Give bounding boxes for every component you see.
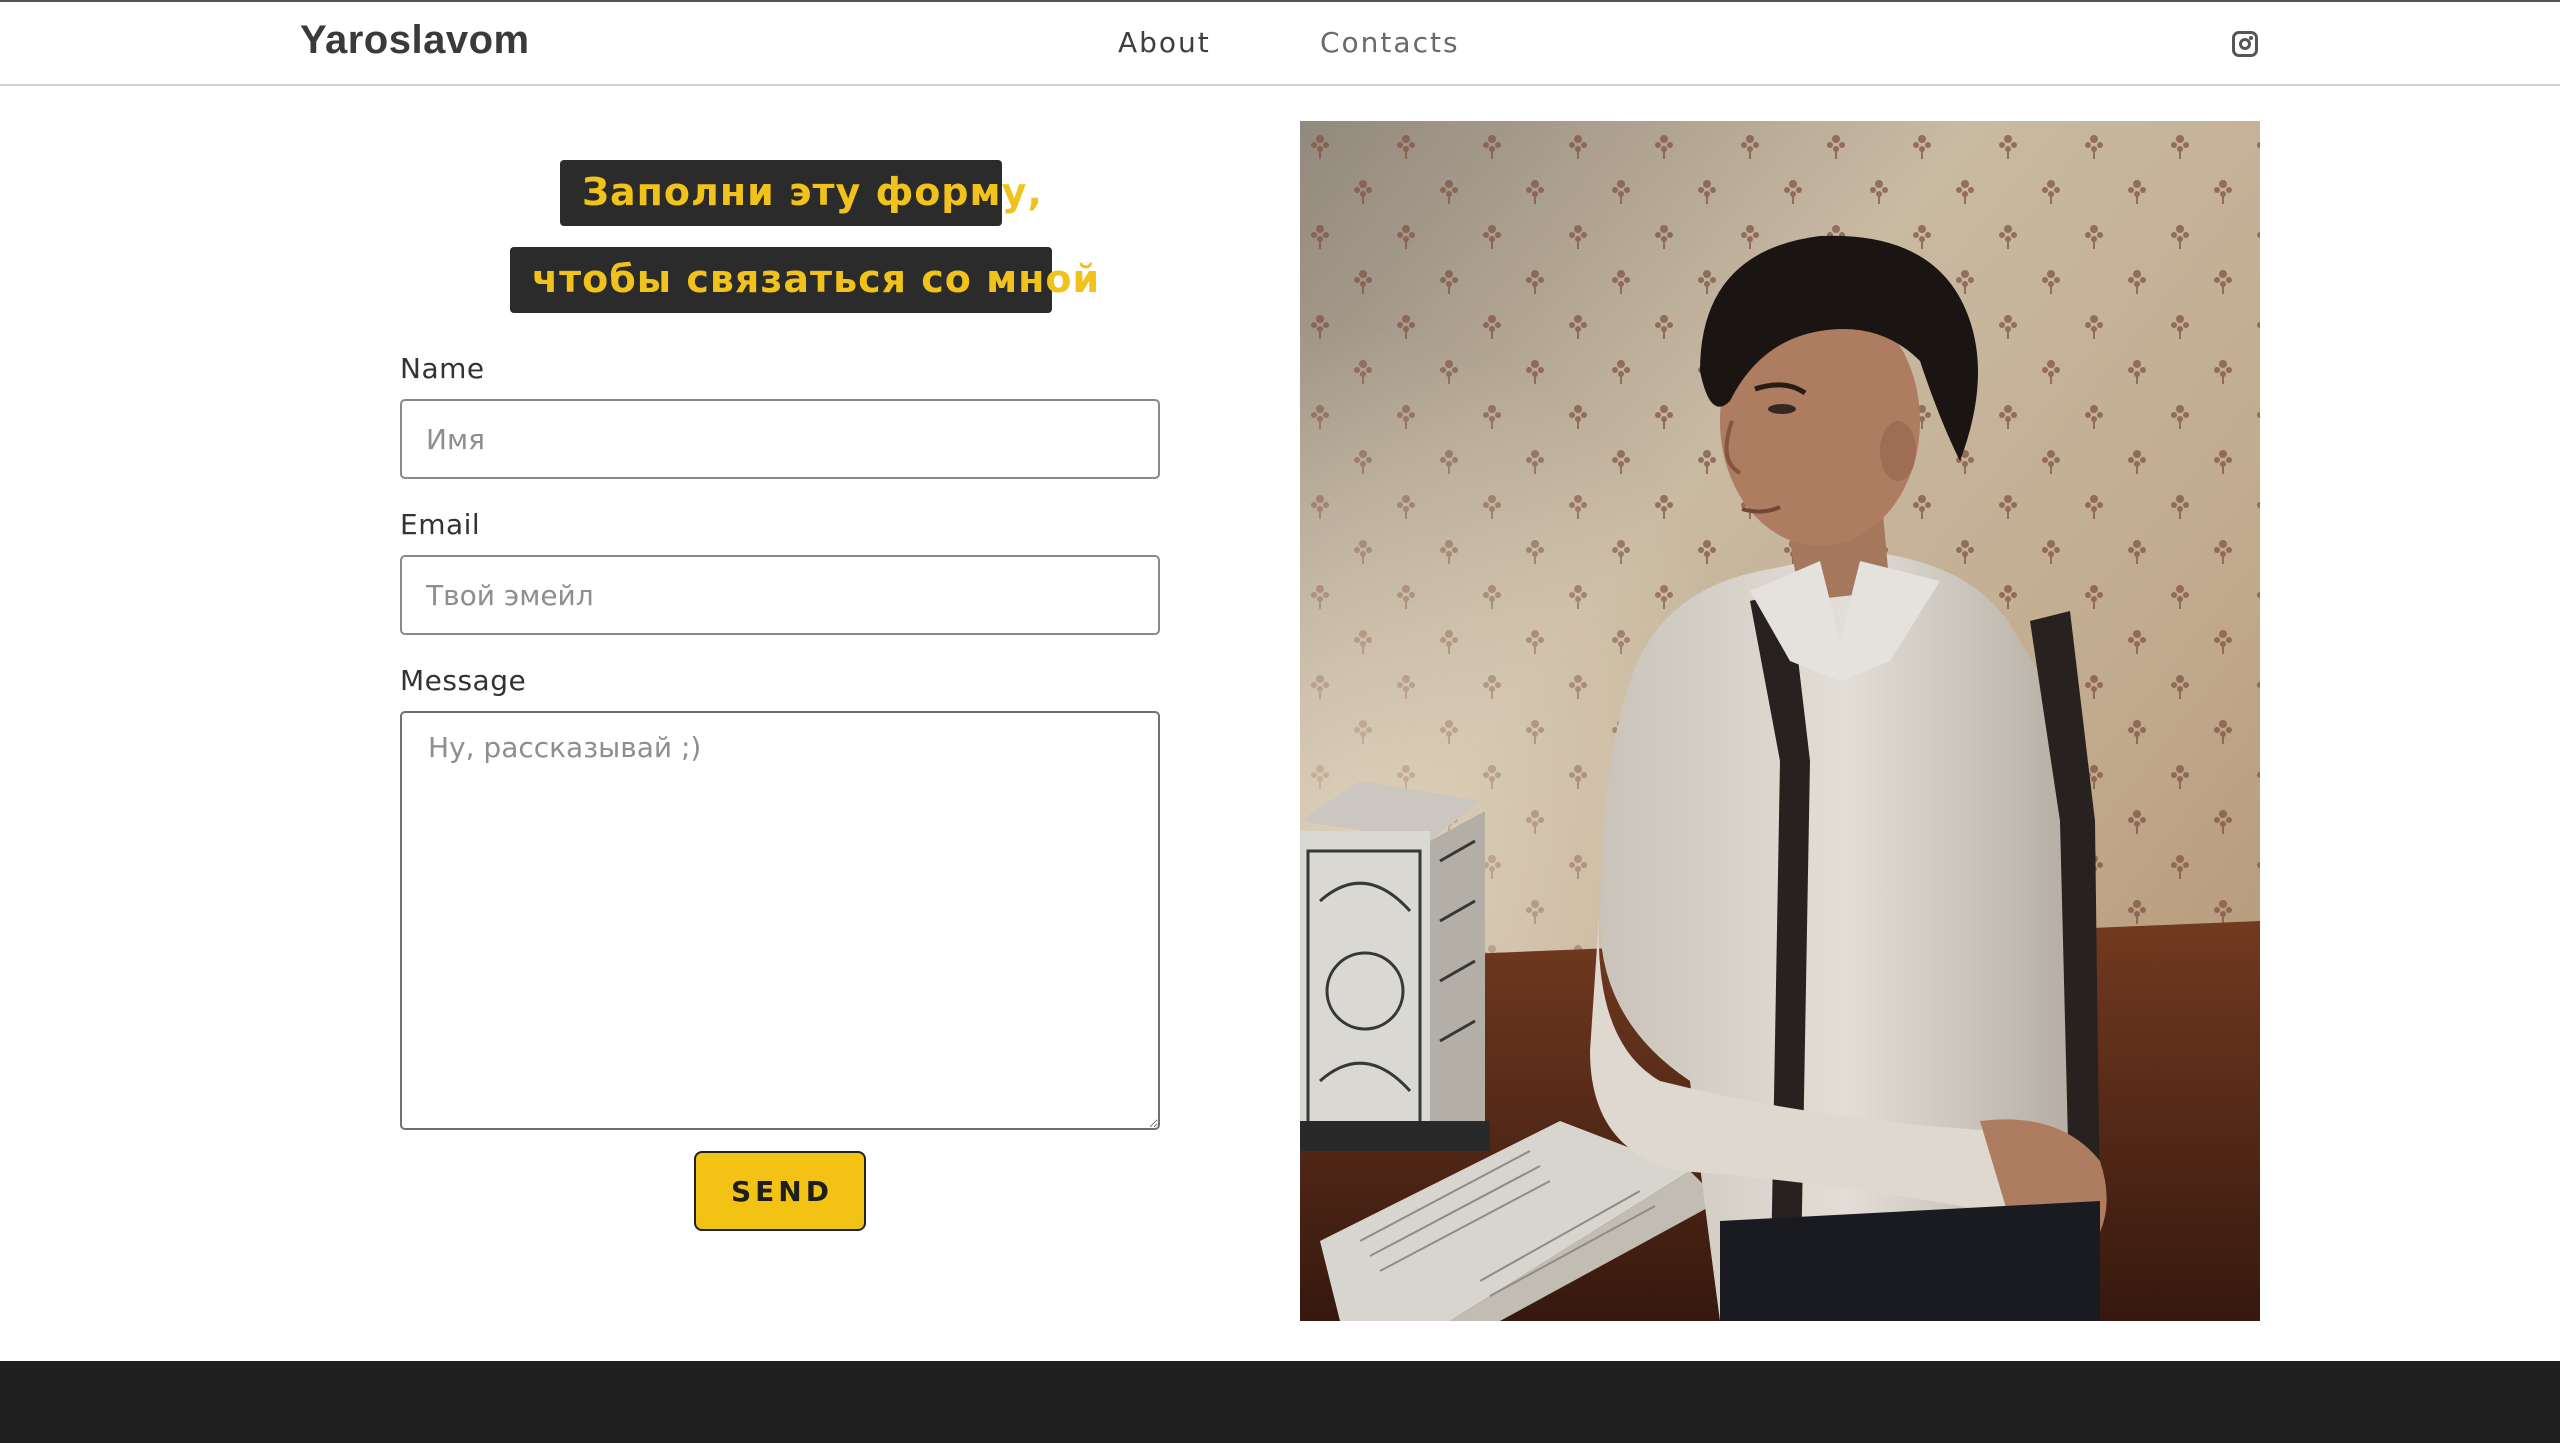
nav-link-contacts[interactable]: Contacts	[1320, 26, 1460, 59]
name-label: Name	[400, 352, 485, 385]
instagram-icon[interactable]	[2232, 31, 2258, 57]
portrait-photo	[1300, 121, 2260, 1321]
site-footer	[0, 1361, 2560, 1443]
instagram-dot	[2249, 36, 2253, 40]
form-heading-line-2: чтобы связаться со мной	[510, 247, 1099, 313]
name-input[interactable]	[400, 399, 1160, 479]
message-label: Message	[400, 664, 527, 697]
nav-link-about[interactable]: About	[1118, 26, 1211, 59]
portrait-illustration	[1300, 121, 2260, 1321]
message-textarea[interactable]	[400, 711, 1160, 1130]
form-heading-line-1: Заполни эту форму,	[560, 160, 1042, 226]
site-logo[interactable]: Yaroslavom	[300, 18, 530, 63]
site-header: Yaroslavom About Contacts	[0, 2, 2560, 86]
email-label: Email	[400, 508, 481, 541]
email-input[interactable]	[400, 555, 1160, 635]
send-button[interactable]: SEND	[694, 1151, 866, 1231]
